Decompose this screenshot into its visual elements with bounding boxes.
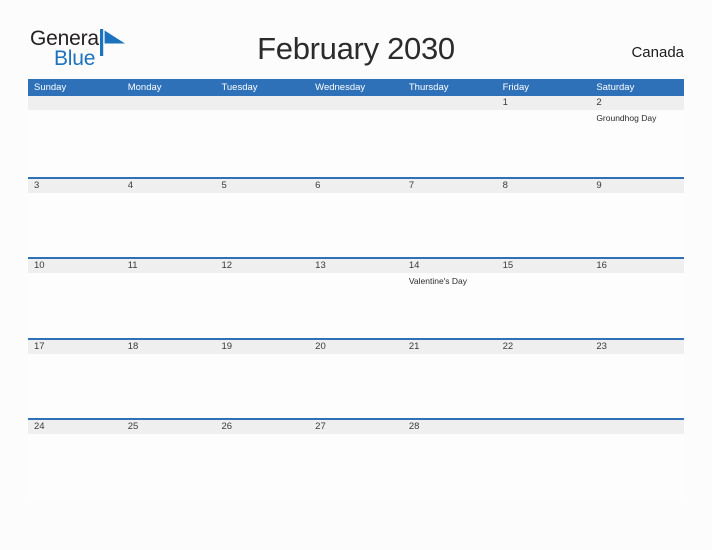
week-row: 1 2 Groundhog Day xyxy=(28,96,684,177)
week-row: 24 25 26 27 28 xyxy=(28,418,684,499)
day-cell[interactable] xyxy=(497,420,591,499)
day-number: 1 xyxy=(502,97,508,108)
day-cell[interactable]: 8 xyxy=(497,179,591,258)
day-number: 23 xyxy=(596,340,607,352)
weekday-header-row: Sunday Monday Tuesday Wednesday Thursday… xyxy=(28,79,684,96)
day-cell[interactable]: 14 Valentine's Day xyxy=(403,259,497,338)
day-number: 11 xyxy=(127,260,138,271)
day-event: Groundhog Day xyxy=(596,113,657,123)
day-number xyxy=(221,96,305,110)
day-cell[interactable]: 23 xyxy=(590,340,684,419)
weekday-tuesday: Tuesday xyxy=(221,82,258,93)
day-cell[interactable]: 18 xyxy=(122,340,216,419)
weekday-saturday: Saturday xyxy=(596,82,635,93)
day-number: 25 xyxy=(127,421,139,432)
day-number xyxy=(315,96,399,110)
day-cell[interactable]: 25 xyxy=(122,420,216,499)
week-row: 17 18 19 20 21 22 23 xyxy=(28,337,684,419)
weekday-monday: Monday xyxy=(127,82,162,93)
week-row: 10 11 12 13 14 Valentine's Day 15 16 xyxy=(28,257,684,338)
day-number: 18 xyxy=(127,340,139,352)
weekday-sunday: Sunday xyxy=(34,82,67,93)
weekday-wednesday: Wednesday xyxy=(315,82,366,93)
day-number: 3 xyxy=(34,179,40,191)
page-title: February 2030 xyxy=(257,31,455,66)
day-number: 8 xyxy=(502,179,508,191)
day-cell[interactable] xyxy=(590,420,684,499)
calendar-page: General Blue February 2030 Canada Sunday… xyxy=(0,0,712,550)
day-number: 14 xyxy=(408,260,420,271)
day-number: 20 xyxy=(315,340,326,352)
day-cell[interactable] xyxy=(309,96,403,177)
day-cell[interactable]: 15 xyxy=(497,259,591,338)
day-cell[interactable] xyxy=(28,96,122,177)
day-number: 16 xyxy=(596,260,607,271)
day-number: 5 xyxy=(221,179,227,191)
day-number: 15 xyxy=(502,260,514,271)
day-cell[interactable]: 7 xyxy=(403,179,497,258)
day-cell[interactable]: 19 xyxy=(215,340,309,419)
day-number: 22 xyxy=(502,340,514,352)
day-cell[interactable]: 5 xyxy=(215,179,309,258)
day-cell[interactable]: 1 xyxy=(497,96,591,177)
day-cell[interactable]: 17 xyxy=(28,340,122,419)
day-event: Valentine's Day xyxy=(408,276,468,286)
day-number: 7 xyxy=(408,179,415,191)
day-cell[interactable]: 20 xyxy=(309,340,403,419)
day-cell[interactable]: 26 xyxy=(215,420,309,499)
day-number xyxy=(128,96,212,110)
day-number: 4 xyxy=(127,179,134,191)
day-cell[interactable]: 13 xyxy=(309,259,403,338)
day-cell[interactable] xyxy=(403,96,497,177)
calendar-grid: Sunday Monday Tuesday Wednesday Thursday… xyxy=(28,79,684,499)
day-cell[interactable]: 6 xyxy=(309,179,403,258)
day-cell[interactable]: 11 xyxy=(122,259,216,338)
day-number xyxy=(409,96,493,110)
country-label: Canada xyxy=(631,44,684,61)
day-cell[interactable]: 12 xyxy=(215,259,309,338)
week-row: 3 4 5 6 7 8 9 xyxy=(28,176,684,258)
day-cell[interactable]: 2 Groundhog Day xyxy=(590,96,684,177)
day-cell[interactable]: 28 xyxy=(403,420,497,499)
day-cell[interactable]: 4 xyxy=(122,179,216,258)
day-number: 28 xyxy=(408,421,420,432)
day-cell[interactable]: 10 xyxy=(28,259,122,338)
day-number: 24 xyxy=(34,421,45,432)
day-cell[interactable]: 22 xyxy=(497,340,591,419)
day-cell[interactable]: 24 xyxy=(28,420,122,499)
day-cell[interactable]: 21 xyxy=(403,340,497,419)
day-cell[interactable]: 27 xyxy=(309,420,403,499)
day-number: 6 xyxy=(315,179,321,191)
day-number: 10 xyxy=(34,260,45,271)
day-number: 27 xyxy=(315,421,326,432)
day-cell[interactable]: 16 xyxy=(590,259,684,338)
day-cell[interactable] xyxy=(215,96,309,177)
day-cell[interactable]: 9 xyxy=(590,179,684,258)
day-cell[interactable]: 3 xyxy=(28,179,122,258)
day-number: 17 xyxy=(34,340,45,352)
weekday-thursday: Thursday xyxy=(408,82,449,93)
day-number: 21 xyxy=(408,340,420,352)
day-number: 26 xyxy=(221,421,233,432)
day-number: 12 xyxy=(221,260,233,271)
page-header: General Blue February 2030 Canada xyxy=(0,0,712,79)
day-number: 19 xyxy=(221,340,233,352)
day-number: 9 xyxy=(596,179,602,191)
day-number: 2 xyxy=(596,97,602,108)
day-number xyxy=(34,96,118,110)
weekday-friday: Friday xyxy=(502,82,529,93)
day-cell[interactable] xyxy=(122,96,216,177)
day-number: 13 xyxy=(315,260,326,271)
